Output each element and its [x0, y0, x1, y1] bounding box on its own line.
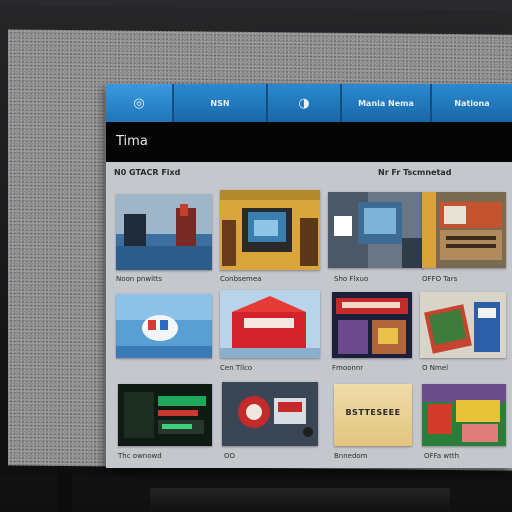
media-tile[interactable] [332, 292, 412, 358]
top-navigation: ◎ NSN ◑ Mania Nema Nationa [106, 84, 512, 122]
nav-tab-2[interactable]: NSN [174, 84, 268, 122]
monitor-base [150, 488, 450, 512]
tile-caption: OO [224, 452, 236, 460]
media-tile[interactable] [220, 190, 320, 270]
thumbnail-image [220, 190, 320, 270]
content-grid: N0 GTACR Fixd Nr Fr Tscmnetad Noon pnwit… [106, 162, 512, 468]
media-tile[interactable] [420, 292, 506, 358]
nav-tab-label: NSN [210, 98, 230, 108]
nav-tab-4[interactable]: Mania Nema [342, 84, 432, 122]
nav-tab-label: Nationa [454, 98, 490, 108]
monitor-stand [58, 470, 72, 512]
thumbnail-image [220, 290, 320, 358]
home-icon: ◎ [133, 95, 145, 111]
tile-caption: Sho Flxuo [334, 275, 369, 283]
thumbnail-image [222, 382, 318, 446]
media-tile[interactable] [118, 384, 212, 446]
tile-caption: Bnnedom [334, 452, 368, 460]
media-tile[interactable] [422, 384, 506, 446]
thumbnail-image [328, 192, 424, 268]
thumbnail-image [116, 194, 212, 270]
media-tile[interactable] [328, 192, 424, 268]
tile-caption: Cen Tllco [220, 364, 253, 372]
thumbnail-image [116, 294, 212, 358]
tile-caption: Thc ownowd [118, 452, 162, 460]
thumbnail-image [420, 292, 506, 358]
media-tile[interactable] [116, 194, 212, 270]
media-tile[interactable] [220, 290, 320, 358]
media-app-window: ◎ NSN ◑ Mania Nema Nationa Tima N0 GTACR… [106, 84, 512, 468]
media-tile[interactable] [116, 294, 212, 358]
nav-tab-label: Mania Nema [358, 98, 414, 108]
tile-overlay-text: BSTTESEEE [345, 408, 401, 417]
thumbnail-image [422, 192, 506, 268]
media-tile[interactable] [222, 382, 318, 446]
media-tile[interactable]: BSTTESEEE [334, 384, 412, 446]
tile-caption: Fmoonnr [332, 364, 364, 372]
section-header-right: Nr Fr Tscmnetad [378, 168, 452, 177]
refresh-icon: ◑ [298, 95, 310, 111]
media-tile[interactable] [422, 192, 506, 268]
tile-caption: Conbsemea [220, 275, 262, 283]
tile-caption: Noon pnwitts [116, 275, 163, 283]
nav-tab-5[interactable]: Nationa [432, 84, 512, 122]
page-title: Tima [116, 134, 148, 149]
thumbnail-image [118, 384, 212, 446]
nav-tab-refresh[interactable]: ◑ [268, 84, 342, 122]
section-header: N0 GTACR Fixd [114, 168, 181, 177]
tile-caption: O Nmel [422, 364, 449, 372]
nav-tab-home[interactable]: ◎ [106, 84, 174, 122]
title-bar: Tima [106, 122, 512, 162]
thumbnail-image [332, 292, 412, 358]
thumbnail-image [422, 384, 506, 446]
tile-caption: OFFO Tars [422, 275, 458, 283]
tile-caption: OFFa wtth [424, 452, 460, 460]
